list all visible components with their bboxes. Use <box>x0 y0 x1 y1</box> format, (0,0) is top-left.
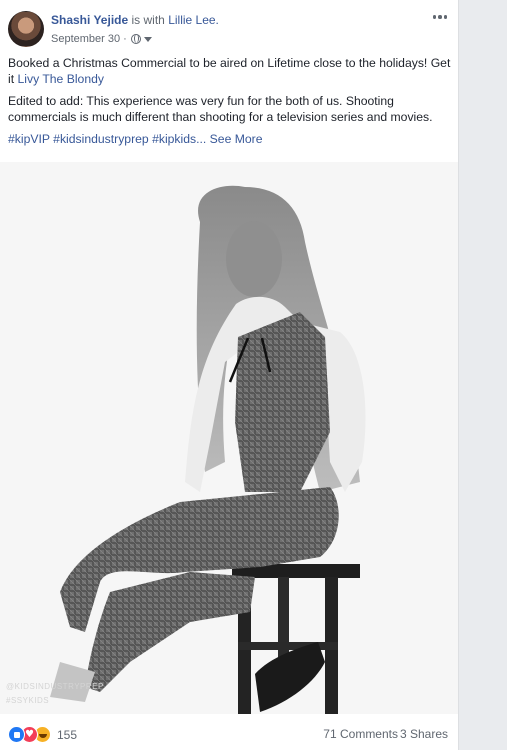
post-paragraph-3: #kipVIP #kidsindustryprep #kipkids... Se… <box>8 131 452 147</box>
reaction-count[interactable]: 155 <box>57 728 77 742</box>
chevron-down-icon[interactable] <box>143 36 152 42</box>
post-header: Shashi Yejide is with Lillie Lee. Septem… <box>0 0 458 52</box>
post-meta: September 30 · <box>51 33 152 45</box>
globe-icon[interactable] <box>130 34 141 44</box>
watermark-handle: @KIDSINDUSTRYPREP <box>6 682 104 691</box>
like-icon <box>8 726 25 743</box>
post-photo[interactable]: @KIDSINDUSTRYPREP #SSYKIDS <box>0 162 458 714</box>
more-options-icon[interactable] <box>430 12 450 22</box>
mention-link[interactable]: Livy The Blondy <box>17 72 104 86</box>
meta-separator: · <box>123 33 127 45</box>
hashtags[interactable]: #kipVIP #kidsindustryprep #kipkids... <box>8 132 206 146</box>
see-more-link[interactable]: See More <box>210 132 263 146</box>
watermark-tag: #SSYKIDS <box>6 696 50 705</box>
shares-count[interactable]: 3 Shares <box>400 727 448 741</box>
post-footer: 155 71 Comments 3 Shares <box>0 714 458 750</box>
author-avatar[interactable] <box>8 11 44 47</box>
post-date[interactable]: September 30 <box>51 33 120 45</box>
post-body: Booked a Christmas Commercial to be aire… <box>8 55 452 153</box>
author-name[interactable]: Shashi Yejide <box>51 13 128 27</box>
with-label: is with <box>131 13 165 27</box>
comments-count[interactable]: 71 Comments <box>323 727 398 741</box>
photo-image <box>0 162 458 714</box>
tagged-user[interactable]: Lillie Lee. <box>168 13 219 27</box>
post-card: Shashi Yejide is with Lillie Lee. Septem… <box>0 0 459 750</box>
author-line: Shashi Yejide is with Lillie Lee. <box>51 13 219 27</box>
post-paragraph-2: Edited to add: This experience was very … <box>8 94 433 124</box>
post-paragraph-1: Booked a Christmas Commercial to be aire… <box>8 55 452 87</box>
reactions-summary[interactable]: 155 <box>8 726 77 743</box>
